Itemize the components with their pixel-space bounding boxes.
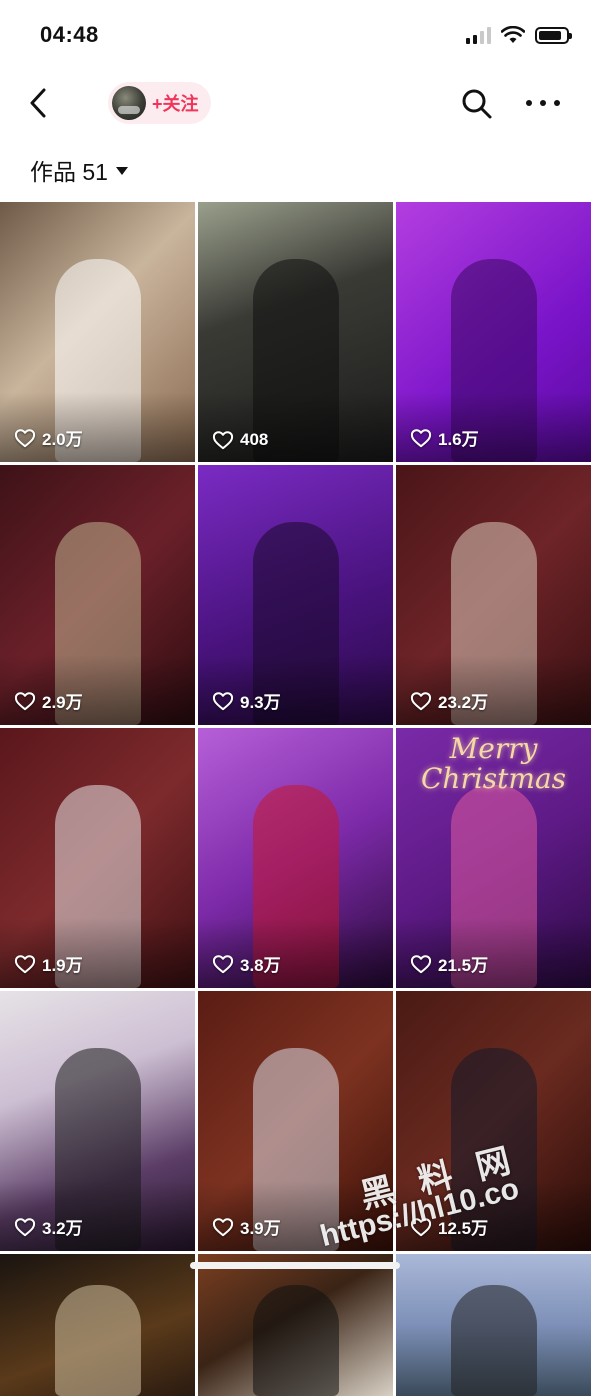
like-count: 1.6万 (410, 425, 479, 450)
video-thumbnail[interactable]: 23.2万 (396, 465, 591, 725)
wifi-icon (501, 26, 525, 43)
like-count-value: 408 (240, 430, 269, 449)
heart-icon (410, 1217, 432, 1236)
thumbnail-shade (198, 392, 393, 462)
video-thumbnail[interactable] (396, 1254, 591, 1396)
works-filter-dropdown[interactable]: 作品 51 (30, 150, 128, 190)
like-count-value: 1.6万 (438, 430, 479, 449)
battery-icon (535, 26, 572, 44)
heart-icon (14, 428, 36, 447)
like-count-value: 12.5万 (438, 1219, 489, 1238)
video-thumbnail[interactable]: 2.9万 (0, 465, 195, 725)
like-count: 2.9万 (14, 688, 83, 713)
like-count-value: 2.9万 (42, 693, 83, 712)
thumbnail-figure (54, 1285, 141, 1396)
video-thumbnail[interactable]: 12.5万 (396, 991, 591, 1251)
like-count-value: 2.0万 (42, 430, 83, 449)
video-thumbnail[interactable]: Merry Christmas 21.5万 (396, 728, 591, 988)
video-thumbnail[interactable]: 3.9万 (198, 991, 393, 1251)
heart-icon (14, 1217, 36, 1236)
status-bar: 04:48 (0, 0, 591, 72)
like-count-value: 3.8万 (240, 956, 281, 975)
like-count-value: 9.3万 (240, 693, 281, 712)
like-count: 23.2万 (410, 688, 488, 713)
more-options-button[interactable] (526, 96, 560, 110)
chevron-left-icon (30, 88, 46, 118)
heart-icon (14, 691, 36, 710)
video-thumbnail[interactable] (198, 1254, 393, 1396)
heart-icon (212, 431, 234, 450)
heart-icon (410, 691, 432, 710)
heart-icon (14, 954, 36, 973)
dot-icon (554, 100, 560, 106)
like-count-value: 1.9万 (42, 956, 83, 975)
thumbnail-overlay-text: Merry Christmas (420, 732, 567, 795)
heart-icon (410, 954, 432, 973)
follow-chip[interactable]: +关注 (108, 82, 211, 124)
heart-icon (212, 691, 234, 710)
heart-icon (212, 954, 234, 973)
works-count-label: 作品 51 (30, 159, 108, 185)
thumbnail-figure (252, 1285, 339, 1396)
video-thumbnail[interactable]: 3.2万 (0, 991, 195, 1251)
video-thumbnail[interactable]: 9.3万 (198, 465, 393, 725)
like-count: 21.5万 (410, 951, 488, 976)
like-count-value: 3.2万 (42, 1219, 83, 1238)
like-count: 3.8万 (212, 951, 281, 976)
video-thumbnail[interactable]: 2.0万 (0, 202, 195, 462)
nav-bar: +关注 (0, 72, 591, 134)
video-thumbnail[interactable]: 1.6万 (396, 202, 591, 462)
like-count: 408 (212, 430, 268, 450)
heart-icon (410, 428, 432, 447)
like-count-value: 21.5万 (438, 956, 489, 975)
caret-down-icon (115, 167, 128, 175)
search-icon[interactable] (460, 87, 494, 121)
back-button[interactable] (22, 86, 54, 120)
like-count-value: 3.9万 (240, 1219, 281, 1238)
video-thumbnail[interactable]: 1.9万 (0, 728, 195, 988)
video-thumbnail[interactable] (0, 1254, 195, 1396)
like-count-value: 23.2万 (438, 693, 489, 712)
like-count: 3.2万 (14, 1214, 83, 1239)
dot-icon (526, 100, 532, 106)
like-count: 1.9万 (14, 951, 83, 976)
home-indicator (190, 1262, 400, 1269)
cellular-signal-icon (466, 26, 491, 44)
like-count: 3.9万 (212, 1214, 281, 1239)
heart-icon (212, 1217, 234, 1236)
like-count: 9.3万 (212, 688, 281, 713)
follow-button[interactable]: +关注 (152, 90, 199, 116)
thumbnail-figure (450, 1285, 537, 1396)
like-count: 12.5万 (410, 1214, 488, 1239)
video-grid: 2.0万 408 1.6万 2.9万 9.3万 23.2万 1.9万 3.8万 Merry Ch… (0, 202, 591, 1396)
video-thumbnail[interactable]: 3.8万 (198, 728, 393, 988)
status-time: 04:48 (40, 22, 99, 47)
like-count: 2.0万 (14, 425, 83, 450)
status-icons (466, 26, 572, 44)
video-thumbnail[interactable]: 408 (198, 202, 393, 462)
avatar[interactable] (112, 86, 146, 120)
dot-icon (540, 100, 546, 106)
